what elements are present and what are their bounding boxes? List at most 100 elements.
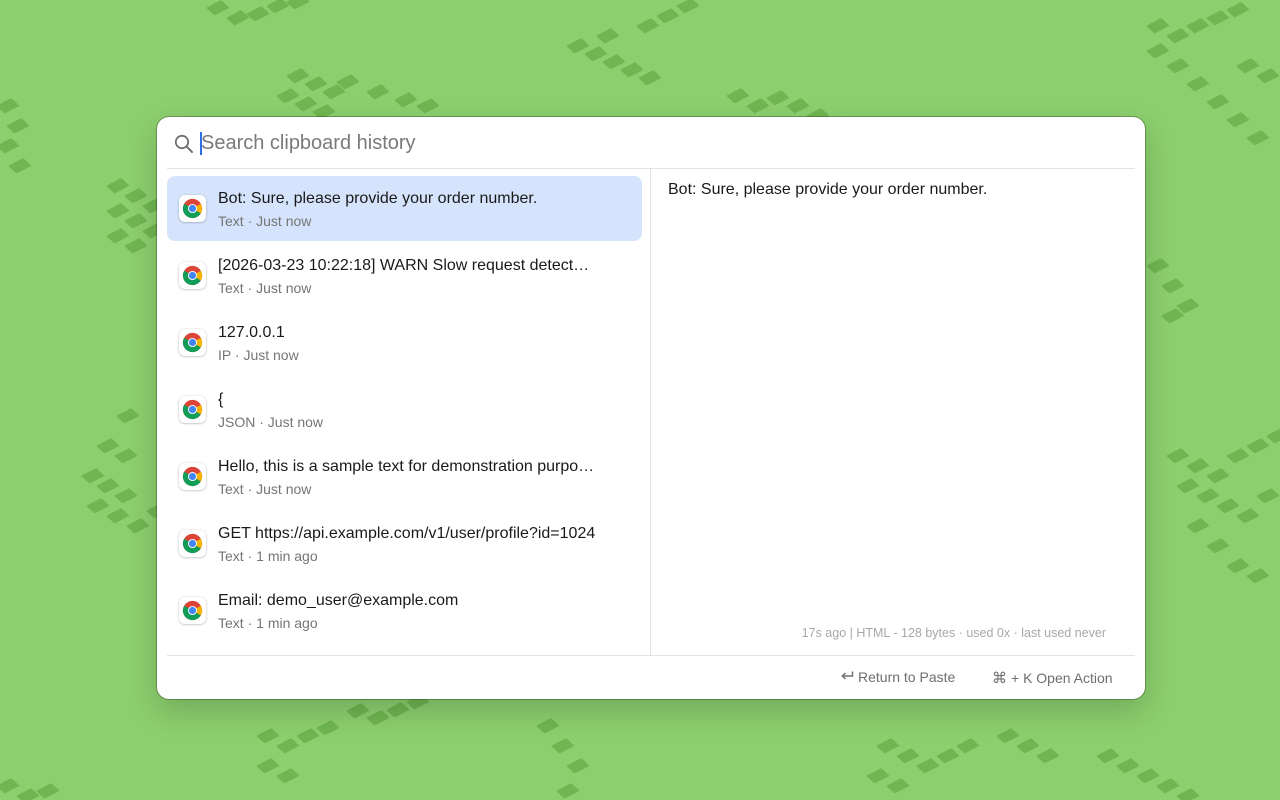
list-item[interactable]: GET https://api.example.com/v1/user/prof… [167,511,642,576]
item-subtitle: Text · 1 min ago [218,615,318,631]
wallpaper-pixel [0,778,19,793]
wallpaper-pixel [956,738,979,753]
list-item[interactable]: Hello, this is a sample text for demonst… [167,444,642,509]
wallpaper-pixel [6,118,29,133]
wallpaper-pixel [1206,94,1229,109]
wallpaper-pixel [602,54,625,69]
item-title: Bot: Sure, please provide your order num… [218,190,538,207]
wallpaper-pixel [226,10,249,25]
wallpaper-pixel [866,768,889,783]
wallpaper-pixel [124,238,147,253]
list-item[interactable]: { JSON · Just now [167,377,642,442]
divider [167,655,1135,656]
wallpaper-pixel [1176,788,1199,800]
wallpaper-pixel [126,518,149,533]
wallpaper-pixel [766,90,789,105]
item-subtitle: Text · Just now [218,213,312,229]
wallpaper-pixel [566,38,589,53]
wallpaper-pixel [636,18,659,33]
wallpaper-pixel [1166,28,1189,43]
wallpaper-pixel [886,778,909,793]
list-item[interactable]: 127.0.0.1 IP · Just now [167,310,642,375]
list-item[interactable]: Bot: Sure, please provide your order num… [167,176,642,241]
wallpaper-pixel [746,98,769,113]
open-action-button[interactable]: ⌘ + K Open Action [992,669,1113,687]
wallpaper-pixel [256,728,279,743]
search-input[interactable] [201,128,1101,158]
wallpaper-pixel [124,188,147,203]
wallpaper-pixel [124,213,147,228]
chrome-icon [179,262,206,289]
wallpaper-pixel [1206,538,1229,553]
wallpaper-pixel [386,702,409,717]
return-to-paste-label: Return to Paste [858,669,956,685]
wallpaper-pixel [276,738,299,753]
clipboard-window: Bot: Sure, please provide your order num… [157,117,1145,699]
wallpaper-pixel [114,488,137,503]
wallpaper-pixel [536,718,559,733]
wallpaper-pixel [81,468,104,483]
list-item[interactable]: Email: demo_user@example.com Text · 1 mi… [167,578,642,643]
wallpaper-pixel [584,46,607,61]
wallpaper-pixel [1186,76,1209,91]
preview-content: Bot: Sure, please provide your order num… [668,181,988,198]
wallpaper-pixel [1146,18,1169,33]
wallpaper-pixel [1236,58,1259,73]
wallpaper-pixel [294,96,317,111]
wallpaper-pixel [1176,478,1199,493]
wallpaper-pixel [1246,438,1269,453]
wallpaper-pixel [106,508,129,523]
wallpaper-pixel [1196,488,1219,503]
chrome-icon [179,597,206,624]
wallpaper-pixel [1136,768,1159,783]
wallpaper-pixel [1246,130,1269,145]
item-title: GET https://api.example.com/v1/user/prof… [218,525,596,542]
wallpaper-pixel [1096,748,1119,763]
wallpaper-pixel [316,720,339,735]
wallpaper-pixel [1166,448,1189,463]
search-icon [174,134,194,154]
wallpaper-pixel [1186,518,1209,533]
wallpaper-pixel [1161,278,1184,293]
wallpaper-pixel [1226,2,1249,17]
preview-metadata: 17s ago | HTML - 128 bytes · used 0x · l… [801,626,1106,640]
wallpaper-pixel [96,438,119,453]
wallpaper-pixel [1016,738,1039,753]
return-to-paste-button[interactable]: Return to Paste [840,669,955,685]
item-title: Hello, this is a sample text for demonst… [218,458,595,475]
wallpaper-pixel [1256,488,1279,503]
open-action-label: + K Open Action [1011,670,1113,686]
list-item[interactable]: [2026-03-23 10:22:18] WARN Slow request … [167,243,642,308]
wallpaper-pixel [394,92,417,107]
wallpaper-pixel [551,738,574,753]
divider [167,168,1135,169]
wallpaper-pixel [1186,18,1209,33]
wallpaper-pixel [366,84,389,99]
wallpaper-pixel [116,408,139,423]
wallpaper-pixel [876,738,899,753]
chrome-icon [179,396,206,423]
clipboard-list[interactable]: Bot: Sure, please provide your order num… [167,176,642,654]
item-title: [2026-03-23 10:22:18] WARN Slow request … [218,257,590,274]
wallpaper-pixel [246,6,269,21]
wallpaper-pixel [996,728,1019,743]
item-subtitle: Text · 1 min ago [218,548,318,564]
wallpaper-pixel [286,0,309,9]
return-arrow-icon [840,669,854,685]
wallpaper-pixel [416,98,439,113]
chrome-icon [179,195,206,222]
wallpaper-pixel [1116,758,1139,773]
item-subtitle: Text · Just now [218,280,312,296]
chrome-icon [179,530,206,557]
wallpaper-pixel [786,98,809,113]
wallpaper-pixel [1156,778,1179,793]
wallpaper-pixel [8,158,31,173]
wallpaper-pixel [106,203,129,218]
wallpaper-pixel [256,758,279,773]
wallpaper-pixel [596,28,619,43]
wallpaper-pixel [1226,558,1249,573]
chrome-icon [179,463,206,490]
wallpaper-pixel [1036,748,1059,763]
item-title: { [218,391,224,408]
item-subtitle: JSON · Just now [218,414,324,430]
